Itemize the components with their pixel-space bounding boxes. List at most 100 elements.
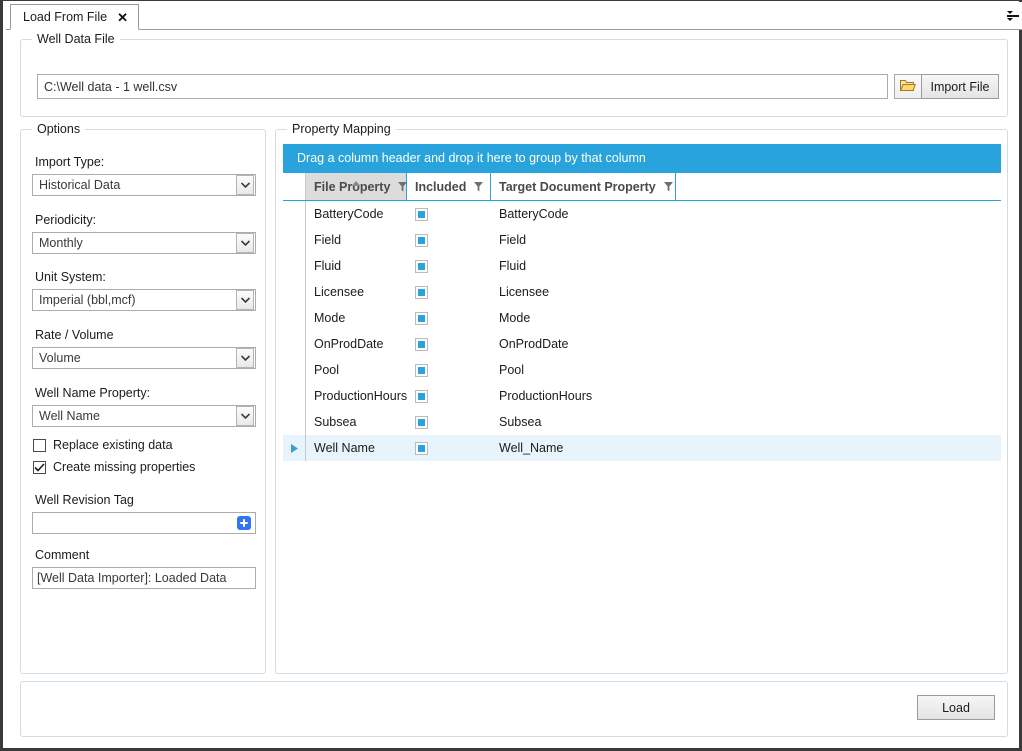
included-checkbox[interactable] [415,363,428,377]
row-indicator [283,435,306,461]
cell-target-document-property: Pool [499,363,525,377]
cell-target-document-property: Well_Name [499,441,564,455]
included-checkbox[interactable] [415,259,428,273]
filter-funnel-icon[interactable] [474,181,484,192]
group-by-drop-panel[interactable]: Drag a column header and drop it here to… [283,144,1001,172]
cell-included [407,285,491,299]
import-type-value: Historical Data [39,178,121,192]
cell-included [407,311,491,325]
create-missing-properties-checkbox[interactable]: Create missing properties [33,460,195,474]
table-row[interactable]: Licensee Licensee [283,279,1001,305]
well-data-file-title: Well Data File [32,32,120,46]
row-indicator [283,357,306,383]
table-row[interactable]: BatteryCode BatteryCode [283,201,1001,227]
table-row[interactable]: Subsea Subsea [283,409,1001,435]
included-checkbox[interactable] [415,337,428,351]
property-mapping-group: Property Mapping Drag a column header an… [275,122,1008,674]
cell-target-document-property: BatteryCode [499,207,569,221]
periodicity-value: Monthly [39,236,83,250]
options-group: Options Import Type: Historical Data Per… [20,122,266,674]
included-checkbox[interactable] [415,233,428,247]
import-file-button[interactable]: Import File [921,74,999,99]
table-row[interactable]: Well Name Well_Name [283,435,1001,461]
tab-strip: Load From File ✕ [6,2,1022,30]
table-row[interactable]: OnProdDate OnProdDate [283,331,1001,357]
rate-volume-select[interactable]: Volume [32,347,256,369]
table-row[interactable]: Field Field [283,227,1001,253]
column-header-file-property[interactable]: File Property [306,173,408,200]
cell-included [407,441,491,455]
application-window: Load From File ✕ Well Data File Import F… [0,0,1022,751]
included-checkbox[interactable] [415,285,428,299]
import-type-select[interactable]: Historical Data [32,174,256,196]
included-checkbox[interactable] [415,415,428,429]
cell-target-document-property: Licensee [499,285,550,299]
filter-funnel-icon[interactable] [663,181,673,192]
open-folder-icon [899,78,917,95]
footer-group: Load [20,681,1008,737]
cell-included [407,233,491,247]
grid-body: BatteryCode BatteryCode Field Field Fluid Flu… [283,201,1001,461]
row-indicator [283,305,306,331]
cell-file-property: Field [314,233,342,247]
well-revision-tag-input[interactable] [32,512,256,534]
included-checkbox[interactable] [415,389,428,403]
column-header-label: Target Document Property [499,179,656,194]
table-row[interactable]: ProductionHours ProductionHours [283,383,1001,409]
periodicity-select[interactable]: Monthly [32,232,256,254]
column-header-included[interactable]: Included [407,173,491,200]
column-header-target-document-property[interactable]: Target Document Property [491,173,676,200]
grid-header-row: File Property Included Target Document P… [283,172,1001,201]
chevron-down-icon [236,290,254,310]
well-name-property-select[interactable]: Well Name [32,405,256,427]
unit-system-select[interactable]: Imperial (bbl,mcf) [32,289,256,311]
table-row[interactable]: Mode Mode [283,305,1001,331]
cell-included [407,363,491,377]
rate-volume-value: Volume [39,351,81,365]
cell-included [407,259,491,273]
cell-file-property: Well Name [314,441,375,455]
chevron-down-icon [236,233,254,253]
add-plus-icon[interactable] [237,516,251,530]
comment-label: Comment [35,548,90,562]
chevron-down-icon [236,348,254,368]
unit-system-label: Unit System: [35,270,106,284]
cell-file-property: Licensee [314,285,365,299]
load-button[interactable]: Load [917,695,995,720]
row-indicator [283,409,306,435]
cell-file-property: Fluid [314,259,342,273]
table-row[interactable]: Pool Pool [283,357,1001,383]
row-indicator [283,227,306,253]
included-checkbox[interactable] [415,311,428,325]
tab-overflow-icon[interactable] [1006,8,1020,24]
column-header-label: Included [415,179,467,194]
cell-file-property: ProductionHours [314,389,408,403]
sort-ascending-icon [351,175,361,189]
browse-file-button[interactable] [894,74,922,99]
included-checkbox[interactable] [415,441,428,455]
cell-file-property: OnProdDate [314,337,384,351]
cell-included [407,207,491,221]
column-header-filler [676,173,1001,200]
unit-system-value: Imperial (bbl,mcf) [39,293,136,307]
file-path-input[interactable] [37,74,888,99]
cell-file-property: BatteryCode [314,207,384,221]
options-title: Options [32,122,86,136]
cell-included [407,389,491,403]
tab-load-from-file[interactable]: Load From File ✕ [10,4,139,30]
table-row[interactable]: Fluid Fluid [283,253,1001,279]
row-indicator [283,201,306,227]
replace-existing-data-checkbox[interactable]: Replace existing data [33,438,173,452]
cell-file-property: Subsea [314,415,357,429]
comment-input[interactable] [32,567,256,589]
well-revision-tag-label: Well Revision Tag [35,493,134,507]
included-checkbox[interactable] [415,207,428,221]
import-type-label: Import Type: [35,155,105,169]
cell-file-property: Pool [314,363,340,377]
cell-included [407,337,491,351]
create-missing-properties-label: Create missing properties [53,460,196,474]
well-name-property-label: Well Name Property: [35,386,151,400]
cell-target-document-property: ProductionHours [499,389,593,403]
chevron-down-icon [236,406,254,426]
close-icon[interactable]: ✕ [117,11,128,24]
